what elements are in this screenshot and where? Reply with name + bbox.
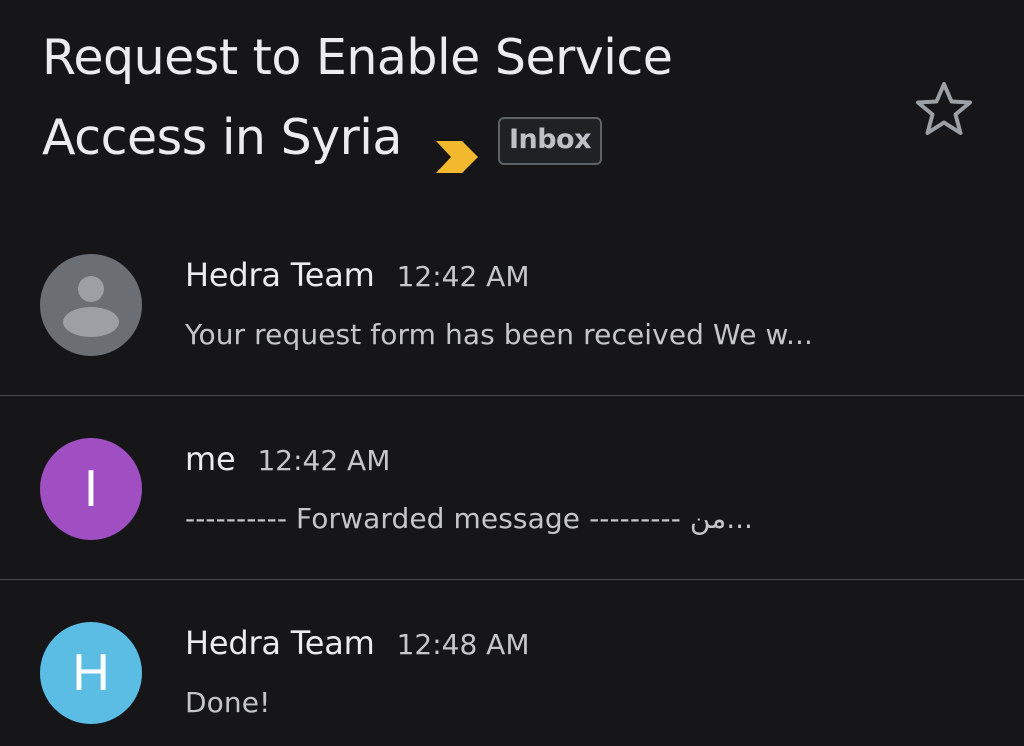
label-chip-inbox[interactable]: Inbox — [497, 117, 603, 165]
subject-header: Request to Enable Service Access in Syri… — [42, 18, 902, 178]
avatar-letter[interactable]: H — [40, 622, 142, 724]
message-item[interactable]: I me 12:42 AM ---------- Forwarded messa… — [0, 396, 1024, 579]
sender-name: Hedra Team — [185, 624, 375, 662]
avatar-letter[interactable]: I — [40, 438, 142, 540]
message-time: 12:48 AM — [396, 628, 530, 661]
sender-name: Hedra Team — [185, 256, 375, 294]
message-snippet: ---------- Forwarded message --------- م… — [185, 502, 753, 535]
importance-marker-icon[interactable] — [434, 121, 480, 173]
email-thread-view: Request to Enable Service Access in Syri… — [0, 0, 1024, 746]
message-item[interactable]: H Hedra Team 12:48 AM Done! — [0, 580, 1024, 746]
sender-name: me — [185, 440, 236, 478]
person-silhouette-icon[interactable] — [40, 254, 142, 356]
message-snippet: Done! — [185, 686, 271, 719]
message-header: me 12:42 AM — [185, 440, 390, 478]
message-time: 12:42 AM — [396, 260, 530, 293]
subject-title-line-2: Access in Syria — [42, 109, 402, 166]
star-outline-icon[interactable] — [914, 80, 974, 138]
message-item[interactable]: Hedra Team 12:42 AM Your request form ha… — [0, 212, 1024, 395]
message-snippet: Your request form has been received We w… — [185, 318, 813, 351]
message-header: Hedra Team 12:42 AM — [185, 256, 530, 294]
message-header: Hedra Team 12:48 AM — [185, 624, 530, 662]
message-list: Hedra Team 12:42 AM Your request form ha… — [0, 212, 1024, 746]
subject-title-line-2-row: Access in Syria Inbox — [42, 98, 902, 178]
subject-title-line-1: Request to Enable Service — [42, 29, 673, 86]
message-time: 12:42 AM — [257, 444, 391, 477]
